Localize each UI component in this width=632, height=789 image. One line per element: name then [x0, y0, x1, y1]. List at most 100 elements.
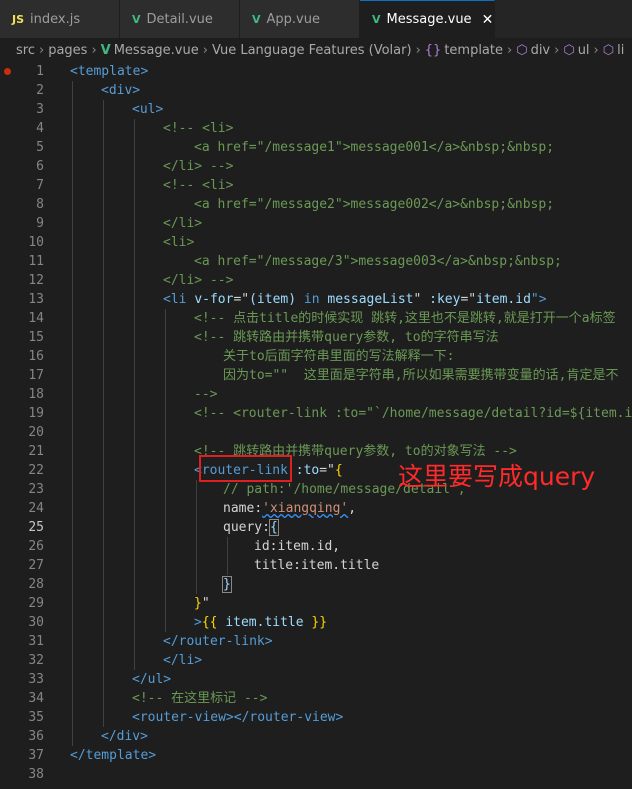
vue-file-icon: V: [132, 12, 141, 26]
line-number: 26: [28, 539, 44, 554]
code-token: name: [223, 501, 255, 516]
close-icon[interactable]: ✕: [482, 12, 494, 28]
breadcrumb-template[interactable]: template: [444, 43, 503, 58]
code-token: ">: [530, 292, 547, 307]
code-token: id: [254, 539, 270, 554]
code-token: in: [303, 292, 320, 307]
breadcrumb-pages[interactable]: pages: [48, 43, 87, 58]
code-token: <ul>: [132, 102, 164, 117]
line-number: 14: [28, 311, 44, 326]
line-number: 34: [28, 691, 44, 706]
code-line: 18 -->: [0, 385, 632, 404]
tab-app-vue[interactable]: V App.vue: [240, 0, 360, 38]
code-token: messageList: [327, 292, 414, 307]
line-number: 15: [28, 330, 44, 345]
line-number: 29: [28, 596, 44, 611]
line-number: 7: [36, 178, 44, 193]
code-line: 28}: [0, 575, 632, 594]
line-number: 4: [36, 121, 44, 136]
vue-file-icon: V: [100, 42, 111, 58]
javascript-file-icon: JS: [12, 12, 25, 26]
code-token: v-for: [194, 292, 234, 307]
code-token: <!-- <li>: [163, 121, 234, 136]
code-line: 12 </li> -->: [0, 271, 632, 290]
code-line: 33 </ul>: [0, 670, 632, 689]
code-token: 关于to后面字符串里面的写法解释一下:: [223, 349, 455, 364]
code-token: :: [254, 501, 263, 516]
breadcrumb-li[interactable]: li: [617, 43, 624, 58]
code-line: 5 <a href="/message1">message001</a>&nbsp…: [0, 138, 632, 157]
code-line: 24 name:'xiangqing',: [0, 499, 632, 518]
code-line: 26 id:item.id,: [0, 537, 632, 556]
code-token: <a href="/message1">message001</a>: [194, 140, 461, 155]
breadcrumb-language-features[interactable]: Vue Language Features (Volar): [212, 43, 412, 58]
code-token: <template>: [70, 64, 149, 79]
code-token: :key: [429, 292, 461, 307]
breadcrumb-ul[interactable]: ul: [578, 43, 590, 58]
code-line: 15 <!-- 跳转路由并携带query参数, to的字符串写法: [0, 328, 632, 347]
code-line: 6 </li> -->: [0, 157, 632, 176]
code-line: 3 <ul>: [0, 100, 632, 119]
code-line: 30 >{{ item.title }}: [0, 613, 632, 632]
code-line: 32 </li>: [0, 651, 632, 670]
chevron-right-icon: ›: [593, 42, 599, 58]
line-number: 23: [28, 482, 44, 497]
tab-label: index.js: [30, 11, 81, 27]
code-token: :to: [295, 463, 320, 478]
element-cube-icon: ⬡: [516, 42, 528, 58]
line-number: 11: [28, 254, 44, 269]
code-token: </template>: [70, 748, 157, 763]
code-token: :: [262, 520, 270, 535]
tab-label: Detail.vue: [146, 11, 213, 27]
breadcrumb-src[interactable]: src: [16, 43, 35, 58]
code-token: <!-- 跳转路由并携带query参数, to的字符串写法: [194, 330, 499, 345]
code-line: 1 <template>: [0, 62, 632, 81]
code-token: <div>: [101, 83, 141, 98]
code-line: 4 <!-- <li>: [0, 119, 632, 138]
line-number: 19: [28, 406, 44, 421]
code-token: </li>: [163, 653, 203, 668]
tab-detail-vue[interactable]: V Detail.vue: [120, 0, 240, 38]
code-token: <li>: [163, 235, 195, 250]
code-token: <a href="/message/3">message003</a>: [194, 254, 468, 269]
annotation-highlight-box: [199, 455, 292, 482]
line-number: 18: [28, 387, 44, 402]
code-line: 10 <li>: [0, 233, 632, 252]
code-token: <a href="/message2">message002</a>: [194, 197, 461, 212]
code-token: &nbsp;&nbsp;: [460, 197, 555, 212]
line-number: 31: [28, 634, 44, 649]
code-line: 19 <!-- <router-link :to="`/home/message/…: [0, 404, 632, 423]
line-number: 36: [28, 729, 44, 744]
tab-index-js[interactable]: JS index.js: [0, 0, 120, 38]
breadcrumb-div[interactable]: div: [531, 43, 551, 58]
code-token: ": [201, 596, 210, 611]
element-cube-icon: ⬡: [563, 42, 575, 58]
code-line: 37 </template>: [0, 746, 632, 765]
code-editor[interactable]: 1 <template> 2 <div> 3 <ul> 4 <!-- <li> 5 <a …: [0, 62, 632, 789]
code-line: 35 <router-view></router-view>: [0, 708, 632, 727]
breadcrumb-file[interactable]: Message.vue: [114, 43, 199, 58]
line-number: 16: [28, 349, 44, 364]
tab-label: Message.vue: [386, 12, 472, 27]
tab-label: App.vue: [266, 11, 320, 27]
code-line: 34 <!-- 在这里标记 -->: [0, 689, 632, 708]
line-number: 35: [28, 710, 44, 725]
code-token: item.id: [277, 539, 333, 554]
code-token: item.title: [300, 558, 380, 573]
line-number: 21: [28, 444, 44, 459]
editor-tab-bar: JS index.js V Detail.vue V App.vue V Mes…: [0, 0, 632, 38]
line-number: 27: [28, 558, 44, 573]
code-token: }: [222, 576, 232, 593]
line-number: 30: [28, 615, 44, 630]
code-line: 2 <div>: [0, 81, 632, 100]
line-number: 2: [36, 83, 44, 98]
tab-message-vue[interactable]: V Message.vue ✕: [360, 0, 495, 38]
code-token: {{: [201, 615, 218, 630]
line-number: 20: [28, 425, 44, 440]
code-token: ,: [348, 501, 357, 516]
code-line: 31 </router-link>: [0, 632, 632, 651]
element-cube-icon: ⬡: [602, 42, 615, 58]
code-line: 29}": [0, 594, 632, 613]
code-token: =": [319, 463, 335, 478]
code-token: <li: [163, 292, 187, 307]
